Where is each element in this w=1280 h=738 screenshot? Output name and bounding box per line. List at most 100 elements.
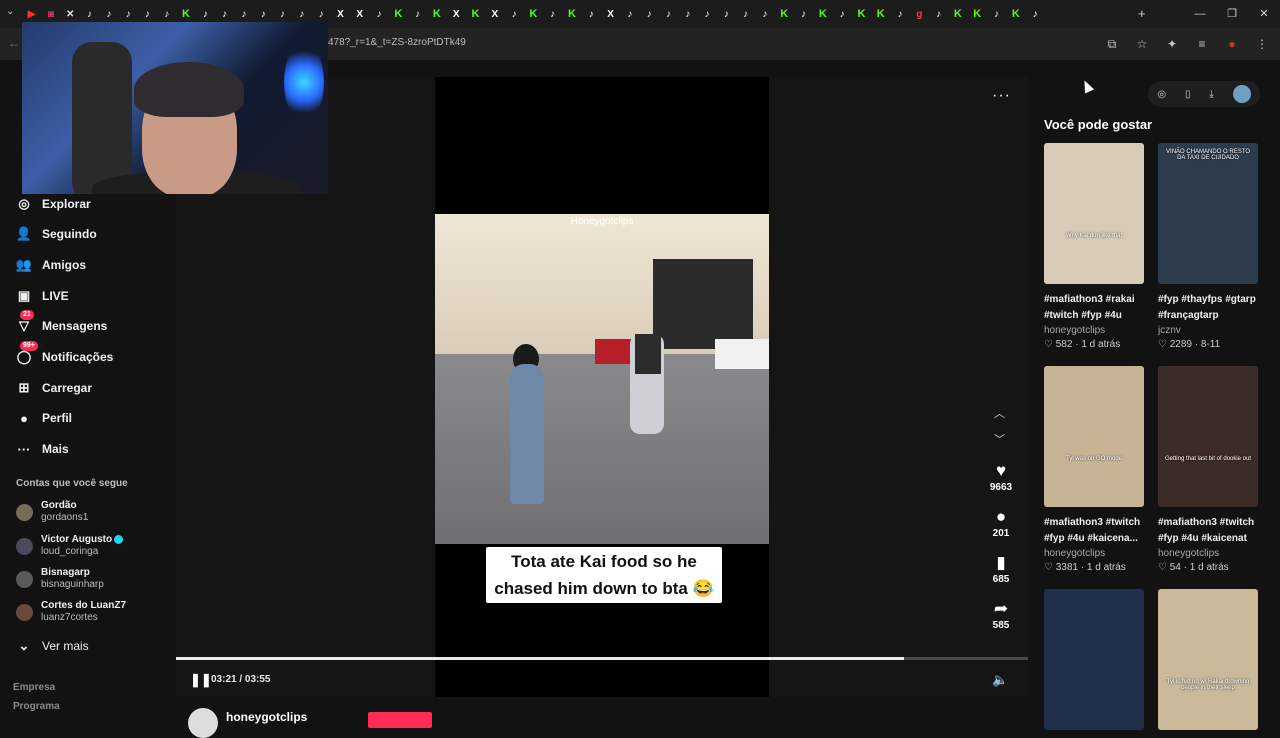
followed-account[interactable]: Bisnagarp bisnaguinharp	[16, 567, 104, 591]
tab-favicon-tk-icon[interactable]: ♪	[832, 0, 851, 28]
recommended-video-card[interactable]: Why Kai dun like that #mafiathon3 #rakai …	[1044, 143, 1152, 352]
tab-favicon-tk-icon[interactable]: ♪	[929, 0, 948, 28]
browser-menu-icon[interactable]: ⋮	[1252, 34, 1272, 54]
sidebar-item-explorar[interactable]: ◎ Explorar	[16, 196, 90, 212]
followed-account[interactable]: Victor Augusto loud_coringa	[16, 534, 124, 558]
recommended-video-card[interactable]	[1044, 589, 1152, 730]
new-tab-button[interactable]: +	[1138, 6, 1146, 21]
card-username[interactable]: jcznv	[1158, 324, 1266, 338]
tab-favicon-kk-icon[interactable]: K	[427, 0, 446, 28]
tab-favicon-tk-icon[interactable]: ♪	[1025, 0, 1044, 28]
tab-favicon-tk-icon[interactable]: ♪	[504, 0, 523, 28]
footer-link-company[interactable]: Empresa	[13, 682, 55, 693]
card-username[interactable]: honeygotclips	[1044, 324, 1152, 338]
tab-favicon-kk-icon[interactable]: K	[813, 0, 832, 28]
tab-favicon-tk-icon[interactable]: ♪	[987, 0, 1006, 28]
like-action[interactable]: ♥ 9663	[982, 460, 1020, 493]
followed-account[interactable]: Cortes do LuanZ7 luanz7cortes	[16, 600, 126, 624]
pause-icon[interactable]: ❚❚	[190, 672, 212, 688]
tab-search-icon[interactable]: ⌄	[6, 6, 14, 17]
see-more-button[interactable]: ⌄ Ver mais	[16, 638, 89, 654]
video-thumbnail[interactable]: VINÃO CHAMANDO O RESTO DA TAXI DE CUIDAD…	[1158, 143, 1258, 284]
sidebar-item-perfil[interactable]: ● Perfil	[16, 410, 72, 426]
tab-favicon-xx-icon[interactable]: X	[447, 0, 466, 28]
recommended-video-card[interactable]: Tyl is fed up w/ Rakai drowning people i…	[1158, 589, 1266, 730]
followed-account[interactable]: Gordão gordaons1	[16, 500, 88, 524]
more-options-icon[interactable]: ···	[992, 87, 1011, 105]
video-thumbnail[interactable]: Why Kai dun like that	[1044, 143, 1144, 284]
tab-favicon-tk-icon[interactable]: ♪	[717, 0, 736, 28]
card-username[interactable]: honeygotclips	[1044, 547, 1152, 561]
sidebar-item-carregar[interactable]: ⊞ Carregar	[16, 380, 92, 396]
tab-favicon-tk-icon[interactable]: ♪	[794, 0, 813, 28]
extensions-icon[interactable]: ✦	[1162, 34, 1182, 54]
tab-favicon-tk-icon[interactable]: ♪	[697, 0, 716, 28]
recommended-video-card[interactable]: Tyl was on GO mode #mafiathon3 #twitch #f…	[1044, 366, 1152, 575]
footer-link-program[interactable]: Programa	[13, 701, 60, 712]
video-thumbnail[interactable]: Getting that last bit of dookie out	[1158, 366, 1258, 507]
tab-favicon-tk-icon[interactable]: ♪	[678, 0, 697, 28]
tab-favicon-tk-icon[interactable]: ♪	[659, 0, 678, 28]
tab-favicon-xx-icon[interactable]: X	[601, 0, 620, 28]
tab-favicon-kk-icon[interactable]: K	[466, 0, 485, 28]
tab-favicon-kk-icon[interactable]: K	[389, 0, 408, 28]
previous-video-icon[interactable]: ︿	[994, 405, 1005, 421]
comment-action[interactable]: ● 201	[982, 506, 1020, 539]
coins-icon[interactable]: ◎	[1157, 89, 1166, 100]
phone-icon[interactable]: ▯	[1185, 89, 1191, 100]
url-field[interactable]: 478?_r=1&_t=ZS-8zroPtDTk49	[328, 37, 466, 48]
tab-favicon-kk-icon[interactable]: K	[524, 0, 543, 28]
sidebar-item-mais[interactable]: ··· Mais	[16, 441, 69, 457]
recommended-video-card[interactable]: Getting that last bit of dookie out #mafi…	[1158, 366, 1266, 575]
tab-favicon-tk-icon[interactable]: ♪	[369, 0, 388, 28]
author-avatar[interactable]	[188, 708, 218, 738]
bookmark-star-icon[interactable]: ☆	[1132, 34, 1152, 54]
card-username[interactable]: honeygotclips	[1158, 547, 1266, 561]
tab-favicon-tk-icon[interactable]: ♪	[640, 0, 659, 28]
tab-favicon-kk-icon[interactable]: K	[1006, 0, 1025, 28]
save-action[interactable]: ▮ 685	[982, 552, 1020, 585]
close-window-button[interactable]: ✕	[1248, 0, 1280, 28]
tab-favicon-kk-icon[interactable]: K	[968, 0, 987, 28]
sidebar-item-seguindo[interactable]: 👤 Seguindo	[16, 226, 97, 242]
author-name[interactable]: honeygotclips	[226, 710, 307, 724]
follow-button[interactable]	[368, 712, 432, 728]
tab-favicon-xx-icon[interactable]: X	[485, 0, 504, 28]
tab-favicon-kk-icon[interactable]: K	[852, 0, 871, 28]
media-controls-icon[interactable]: ≡	[1192, 34, 1212, 54]
tab-favicon-kk-icon[interactable]: K	[562, 0, 581, 28]
tab-favicon-xx-icon[interactable]: X	[350, 0, 369, 28]
video-frame[interactable]: Honeygotclips	[435, 214, 769, 544]
sidebar-item-notificacoes[interactable]: ◯ 99+ Notificações	[16, 341, 113, 365]
cast-icon[interactable]: ⧉	[1102, 34, 1122, 54]
back-icon[interactable]: ←	[8, 36, 20, 50]
next-video-icon[interactable]: ﹀	[994, 431, 1005, 447]
tab-favicon-tk-icon[interactable]: ♪	[890, 0, 909, 28]
tab-favicon-tk-icon[interactable]: ♪	[755, 0, 774, 28]
sidebar-item-live[interactable]: ▣ LIVE	[16, 288, 69, 304]
maximize-button[interactable]: ❐	[1216, 0, 1248, 28]
tab-favicon-xx-icon[interactable]: X	[331, 0, 350, 28]
tab-favicon-tk-icon[interactable]: ♪	[736, 0, 755, 28]
video-thumbnail[interactable]: Tyl is fed up w/ Rakai drowning people i…	[1158, 589, 1258, 730]
download-icon[interactable]: ⤓	[1209, 89, 1213, 100]
sidebar-item-mensagens[interactable]: ▽ 21 Mensagens	[16, 310, 107, 334]
sidebar-item-amigos[interactable]: 👥 Amigos	[16, 257, 86, 273]
tab-favicon-kk-icon[interactable]: K	[871, 0, 890, 28]
tab-favicon-tk-icon[interactable]: ♪	[408, 0, 427, 28]
tab-favicon-gg-icon[interactable]: g	[910, 0, 929, 28]
tab-favicon-kk-icon[interactable]: K	[948, 0, 967, 28]
tab-favicon-tk-icon[interactable]: ♪	[582, 0, 601, 28]
volume-icon[interactable]: 🔈	[992, 672, 1008, 688]
profile-avatar-icon[interactable]: ●	[1222, 34, 1242, 54]
user-avatar-icon[interactable]	[1232, 85, 1251, 103]
share-action[interactable]: ➦ 585	[982, 598, 1020, 631]
video-thumbnail[interactable]: Tyl was on GO mode	[1044, 366, 1144, 507]
tab-favicon-kk-icon[interactable]: K	[775, 0, 794, 28]
minimize-button[interactable]: —	[1184, 0, 1216, 28]
recommended-video-card[interactable]: VINÃO CHAMANDO O RESTO DA TAXI DE CUIDAD…	[1158, 143, 1266, 352]
tab-favicon-tk-icon[interactable]: ♪	[620, 0, 639, 28]
progress-bar[interactable]	[176, 657, 1028, 660]
tab-favicon-tk-icon[interactable]: ♪	[543, 0, 562, 28]
video-thumbnail[interactable]	[1044, 589, 1144, 730]
